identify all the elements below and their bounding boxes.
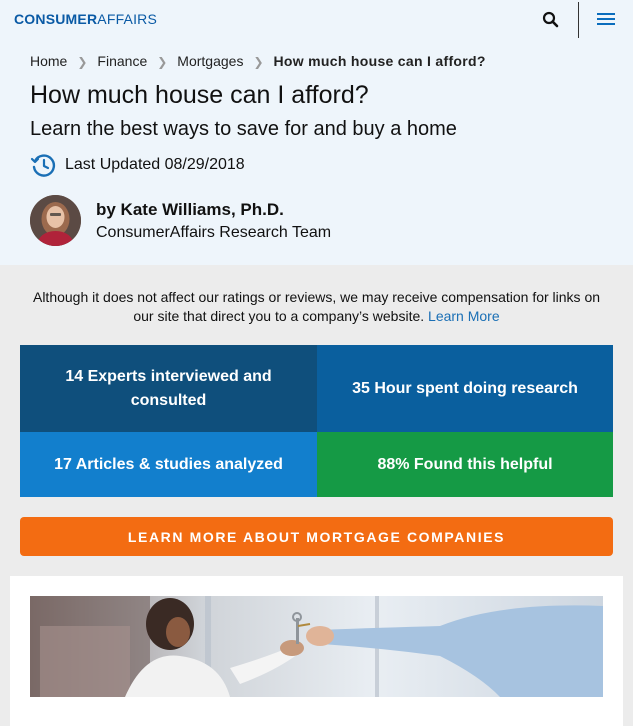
- breadcrumb-current: How much house can I afford?: [273, 53, 486, 69]
- page-title: How much house can I afford?: [30, 81, 369, 109]
- author-avatar[interactable]: [30, 195, 81, 246]
- hero-image-key-handover: [30, 596, 603, 697]
- research-stats-grid: 14 Experts interviewed and consulted 35 …: [20, 345, 613, 497]
- learn-more-link[interactable]: Learn More: [428, 308, 500, 324]
- learn-more-mortgage-companies-button[interactable]: LEARN MORE ABOUT MORTGAGE COMPANIES: [20, 517, 613, 556]
- last-updated: Last Updated 08/29/2018: [30, 152, 245, 178]
- consumeraffairs-logo[interactable]: CONSUMERAFFAIRS: [14, 11, 157, 27]
- breadcrumb-home[interactable]: Home: [30, 53, 67, 69]
- author-name[interactable]: by Kate Williams, Ph.D.: [96, 200, 284, 220]
- stat-articles: 17 Articles & studies analyzed: [20, 432, 317, 497]
- search-icon[interactable]: [541, 10, 561, 30]
- stat-experts: 14 Experts interviewed and consulted: [20, 345, 317, 432]
- stat-research-hours: 35 Hour spent doing research: [317, 345, 613, 432]
- article-card: [10, 576, 623, 726]
- hamburger-menu-icon[interactable]: [594, 10, 618, 30]
- disclaimer-text: Although it does not affect our ratings …: [32, 289, 601, 324]
- affiliate-disclaimer: Although it does not affect our ratings …: [30, 288, 603, 326]
- top-navigation-bar: CONSUMERAFFAIRS: [0, 0, 633, 40]
- last-updated-text: Last Updated 08/29/2018: [65, 156, 245, 173]
- history-clock-icon: [30, 154, 56, 177]
- article-header: Home ❯ Finance ❯ Mortgages ❯ How much house ca…: [0, 40, 633, 265]
- nav-divider: [578, 2, 579, 38]
- chevron-right-icon: ❯: [253, 55, 264, 69]
- chevron-right-icon: ❯: [157, 55, 168, 69]
- chevron-right-icon: ❯: [77, 55, 88, 69]
- breadcrumb-finance[interactable]: Finance: [97, 53, 147, 69]
- page-subtitle: Learn the best ways to save for and buy …: [30, 118, 457, 140]
- stat-helpful: 88% Found this helpful: [317, 432, 613, 497]
- author-team: ConsumerAffairs Research Team: [96, 224, 332, 241]
- breadcrumb: Home ❯ Finance ❯ Mortgages ❯ How much house ca…: [30, 53, 486, 69]
- breadcrumb-mortgages[interactable]: Mortgages: [177, 53, 243, 69]
